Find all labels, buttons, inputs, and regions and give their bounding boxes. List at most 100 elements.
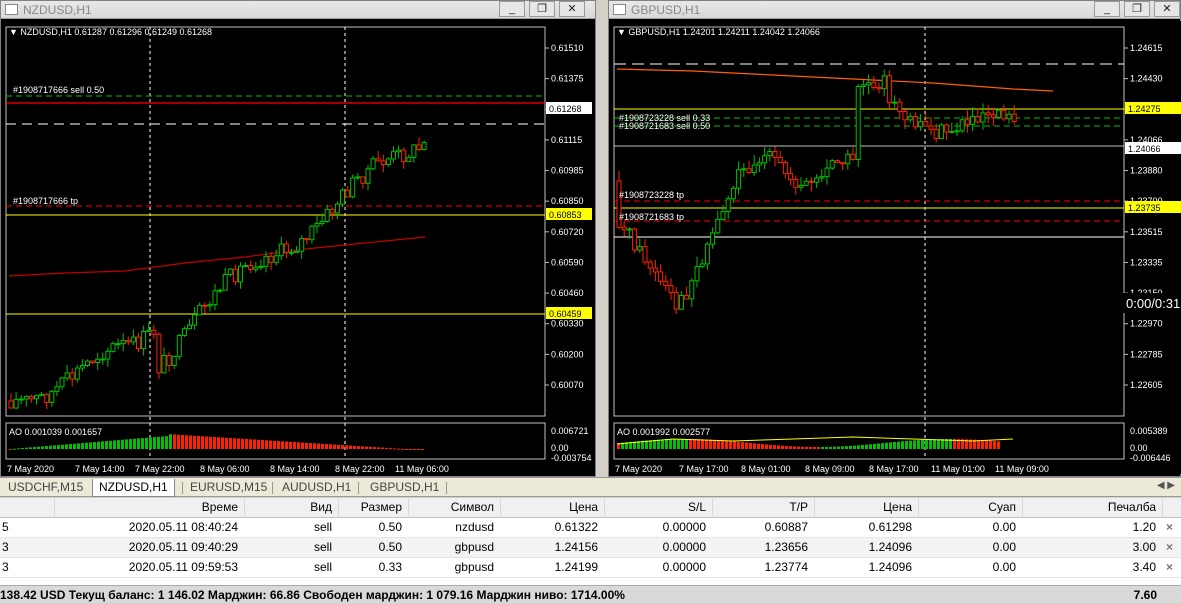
order-label: #1908723228 tp [619,190,684,200]
candle-body [871,82,877,88]
ao-bar [25,447,28,449]
table-row[interactable]: 3 2020.05.11 09:40:29 sell 0.50 gbpusd 1.2415… [0,538,1181,558]
tab-nzdusd-h1[interactable]: NZDUSD,H1 [92,479,175,497]
ao-bar [673,439,676,449]
ao-bar [809,446,812,449]
column-header[interactable]: Цена [814,498,918,517]
candle-body [975,115,981,123]
column-header[interactable]: Вид [244,498,338,517]
ao-bar [893,441,896,449]
table-cell: 2020.05.11 09:59:53 [128,560,238,574]
ao-bar [725,440,728,449]
candle-body [788,173,794,181]
tab-usdchf-m15[interactable]: USDCHF,M15 [2,479,89,497]
minimize-button[interactable]: _ [1094,1,1120,17]
candle-body [834,160,840,164]
chart-canvas[interactable]: ▼ NZDUSD,H1 0.61287 0.61296 0.61249 0.61… [5,21,593,474]
column-header[interactable]: S/L [604,498,712,517]
table-row[interactable]: 3 2020.05.11 09:59:53 sell 0.33 gbpusd 1.2419… [0,558,1181,578]
column-header[interactable]: Цена [500,498,604,517]
candle-body [1011,113,1017,123]
column-header[interactable]: Символ [408,498,500,517]
ao-bar [861,444,864,449]
chart-window-gbpusd[interactable]: GBPUSD,H1 _ ❐ ✕ ▼ GBPUSD,H1 1.24201 1.24… [608,0,1181,477]
close-button[interactable]: ✕ [1154,1,1180,17]
y-tick-label: 0.60590 [551,257,584,267]
table-cell: 1.24096 [868,560,912,574]
ao-bar [889,442,892,449]
price-chart[interactable]: ▼ NZDUSD,H1 0.61287 0.61296 0.61249 0.61… [5,21,593,474]
ao-bar [877,443,880,449]
ao-bar [801,446,804,449]
ao-bar [65,444,68,449]
tab-audusd-h1[interactable]: AUDUSD,H1 [276,479,357,497]
table-cell: gbpusd [454,560,494,574]
tab-scroll-arrows[interactable]: ◀ ▶ [1157,480,1175,491]
tab-eurusd-m15[interactable]: EURUSD,M15 [184,479,273,497]
ao-bar [13,448,16,450]
ao-bar [177,434,180,449]
candle-body [668,285,674,293]
minimize-button[interactable]: _ [499,1,525,17]
candle-body [375,158,381,162]
table-header: Време Вид Размер Символ Цена S/L T/P Цена Суап Пе… [0,498,1181,518]
y-tick-label: 0.60985 [551,166,584,176]
restore-button[interactable]: ❐ [529,1,555,17]
candle-body [232,268,238,283]
column-header[interactable]: T/P [712,498,814,517]
window-title-bar[interactable]: NZDUSD,H1 _ ❐ ✕ [1,1,595,19]
candle-body [632,228,638,251]
table-cell: sell [313,560,332,574]
price-chart[interactable]: ▼ GBPUSD,H1 1.24201 1.24211 1.24042 1.24… [613,21,1181,474]
column-header[interactable]: Суап [918,498,1022,517]
ao-bar [277,441,280,449]
ao-bar [849,445,852,449]
ao-bar [209,436,212,449]
candle-body [964,119,970,125]
candle-body [156,333,162,374]
candle-body [283,243,289,253]
candle-body [345,189,351,198]
candle-body [74,367,80,380]
candle-body [44,393,50,403]
ao-bar [773,445,776,449]
table-cell: 3.00 [1132,540,1156,554]
chart-canvas[interactable]: ▼ GBPUSD,H1 1.24201 1.24211 1.24042 1.24… [613,21,1181,474]
close-order-icon[interactable]: × [1166,538,1173,557]
ao-bar [981,440,984,449]
ao-bar [685,439,688,449]
candle-body [120,340,126,345]
restore-button[interactable]: ❐ [1124,1,1150,17]
window-title-bar[interactable]: GBPUSD,H1 _ ❐ ✕ [609,1,1180,19]
tab-separator [358,482,359,494]
ao-bar [293,442,296,449]
close-button[interactable]: ✕ [559,1,585,17]
candle-body [751,164,757,174]
ao-bar [221,437,224,449]
candle-body [673,291,679,310]
ao-bar [925,439,928,449]
indicator-tick-label: -0.003754 [551,453,592,463]
chart-window-nzdusd[interactable]: NZDUSD,H1 _ ❐ ✕ ▼ NZDUSD,H1 0.61287 0.61… [0,0,596,477]
ao-bar [257,439,260,449]
table-cell: 1.23774 [764,560,808,574]
candle-body [258,265,264,268]
ao-bar [929,439,932,449]
column-header[interactable]: Размер [338,498,408,517]
column-header[interactable]: Печалба [1022,498,1162,517]
close-order-icon[interactable]: × [1166,518,1173,537]
candle-body [278,243,284,257]
ao-bar [845,446,848,449]
table-row[interactable]: 5 2020.05.11 08:40:24 sell 0.50 nzdusd 0.6132… [0,518,1181,538]
indicator-header: AO 0.001992 0.002577 [617,427,710,437]
candle-body [959,119,965,132]
ao-bar [17,448,20,450]
table-cell: 5 [2,520,9,534]
candle-body [299,238,305,252]
account-status-bar: 138.42 USD Текущ баланс: 1 146.02 Марджи… [0,585,1181,603]
candle-body [202,304,208,307]
column-header[interactable]: Време [56,498,244,517]
tab-gbpusd-h1[interactable]: GBPUSD,H1 [364,479,445,497]
candle-body [141,331,147,350]
close-order-icon[interactable]: × [1166,558,1173,577]
